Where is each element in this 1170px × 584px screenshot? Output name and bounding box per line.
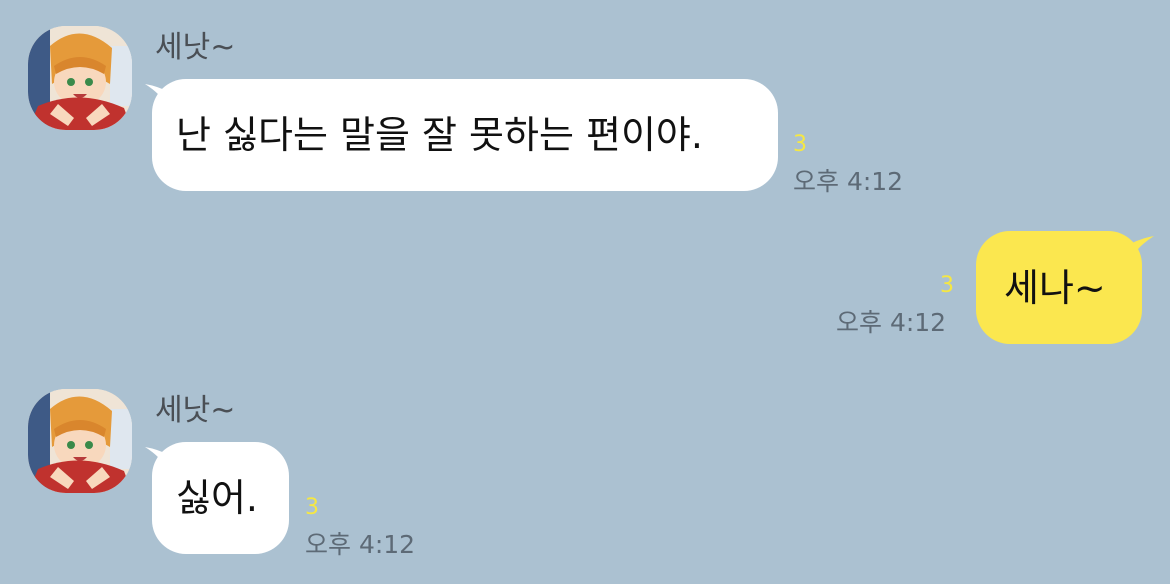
unread-count: 3: [940, 273, 954, 298]
message-text: 난 싫다는 말을 잘 못하는 편이야.: [176, 113, 703, 157]
message-bubble-incoming[interactable]: 싫어.: [152, 442, 289, 554]
avatar-image: [28, 26, 132, 130]
message-timestamp: 오후 4:12: [793, 167, 904, 196]
sender-name: 세낫~: [155, 30, 236, 65]
unread-count: 3: [305, 495, 319, 520]
message-text: 싫어.: [176, 476, 258, 520]
sender-name: 세낫~: [155, 393, 236, 428]
bubble-tail: [1130, 236, 1154, 260]
sender-avatar[interactable]: [28, 389, 132, 493]
avatar-image: [28, 389, 132, 493]
unread-count: 3: [793, 132, 807, 157]
message-text: 세나~: [1004, 265, 1106, 310]
message-timestamp: 오후 4:12: [305, 530, 416, 559]
message-timestamp: 오후 4:12: [836, 308, 947, 337]
message-bubble-incoming[interactable]: 난 싫다는 말을 잘 못하는 편이야.: [152, 79, 778, 191]
sender-avatar[interactable]: [28, 26, 132, 130]
message-bubble-outgoing[interactable]: 세나~: [976, 231, 1142, 344]
